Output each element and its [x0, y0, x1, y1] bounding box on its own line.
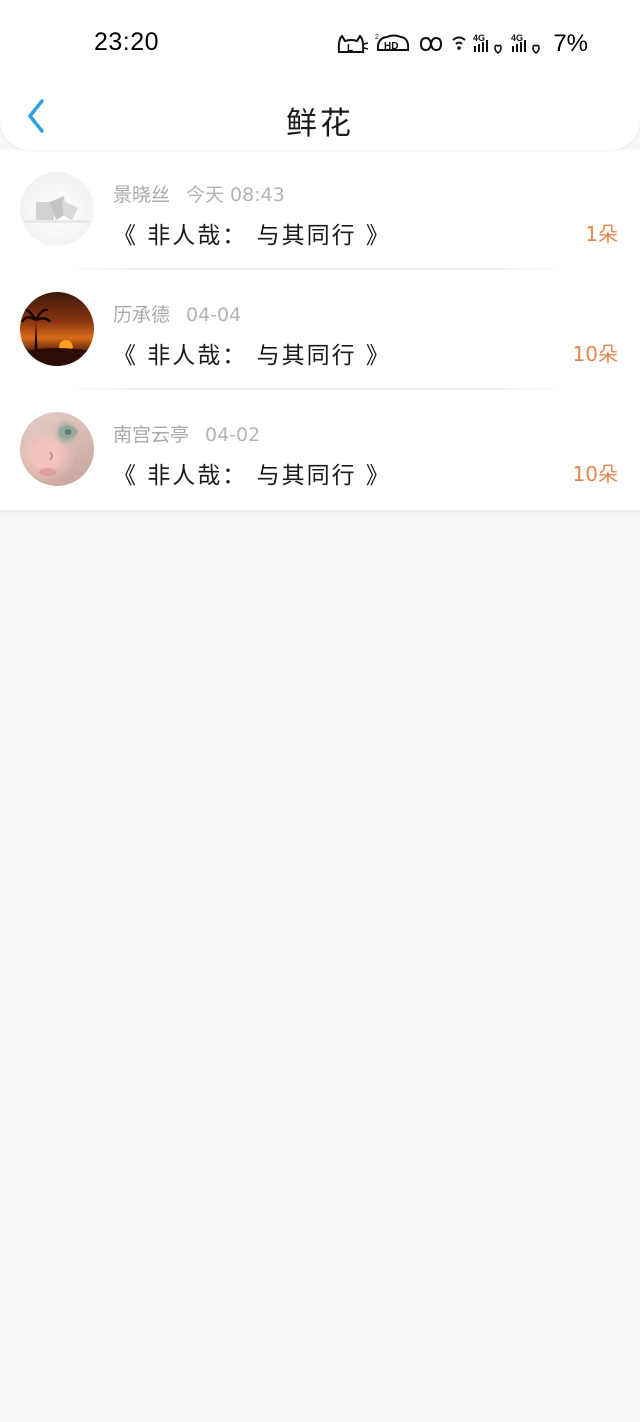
- sender-name: 南宫云亭: [113, 424, 190, 446]
- svg-text:L: L: [347, 43, 353, 54]
- hd-icon: HD 2: [375, 32, 411, 56]
- avatar[interactable]: [20, 412, 94, 486]
- cat-app-icon: L: [335, 32, 369, 56]
- book-title: 《 非人哉： 与其同行 》: [113, 223, 391, 249]
- signal-4g-icon: 4G: [473, 32, 505, 56]
- sender-meta: 景晓丝 今天 08:43: [113, 180, 285, 207]
- flower-count: 1朵: [585, 222, 618, 246]
- infinity-icon: [417, 32, 445, 56]
- sender-name: 历承德: [113, 304, 171, 326]
- sender-meta: 南宫云亭 04-02: [113, 420, 260, 447]
- flower-count: 10朵: [572, 462, 618, 486]
- svg-text:HD: HD: [384, 41, 398, 52]
- svg-text:4G: 4G: [511, 33, 523, 43]
- book-title: 《 非人哉： 与其同行 》: [113, 463, 391, 489]
- list-bottom-shadow: [0, 510, 640, 518]
- send-date: 04-02: [205, 424, 261, 446]
- nav-bar: 鲜花: [0, 86, 640, 150]
- svg-text:4G: 4G: [473, 33, 485, 43]
- battery-percent: 7%: [553, 30, 588, 57]
- sender-name: 景晓丝: [113, 184, 171, 206]
- sender-meta: 历承德 04-04: [113, 300, 241, 327]
- svg-text:2: 2: [375, 34, 379, 41]
- book-title: 《 非人哉： 与其同行 》: [113, 343, 391, 369]
- signal-4g-icon: 4G: [511, 32, 543, 56]
- list-item[interactable]: 南宫云亭 04-02 《 非人哉： 与其同行 》 10朵: [0, 390, 640, 510]
- list-item[interactable]: 景晓丝 今天 08:43 《 非人哉： 与其同行 》 1朵: [0, 150, 640, 270]
- status-time: 23:20: [94, 28, 160, 56]
- send-date: 今天 08:43: [186, 184, 285, 206]
- send-date: 04-04: [186, 304, 242, 326]
- top-header: 23:20 L HD 2 4G 4G 7% 鲜花: [0, 0, 640, 150]
- status-bar: 23:20 L HD 2 4G 4G 7%: [0, 0, 640, 86]
- flower-count: 10朵: [572, 342, 618, 366]
- flower-record-list: 景晓丝 今天 08:43 《 非人哉： 与其同行 》 1朵 历承德 04-04 《 …: [0, 150, 640, 510]
- list-item[interactable]: 历承德 04-04 《 非人哉： 与其同行 》 10朵: [0, 270, 640, 390]
- wifi-icon: [451, 32, 467, 56]
- page-title: 鲜花: [286, 106, 354, 142]
- avatar[interactable]: [20, 292, 94, 366]
- status-icons: L HD 2 4G 4G 7%: [335, 28, 588, 60]
- avatar[interactable]: [20, 172, 94, 246]
